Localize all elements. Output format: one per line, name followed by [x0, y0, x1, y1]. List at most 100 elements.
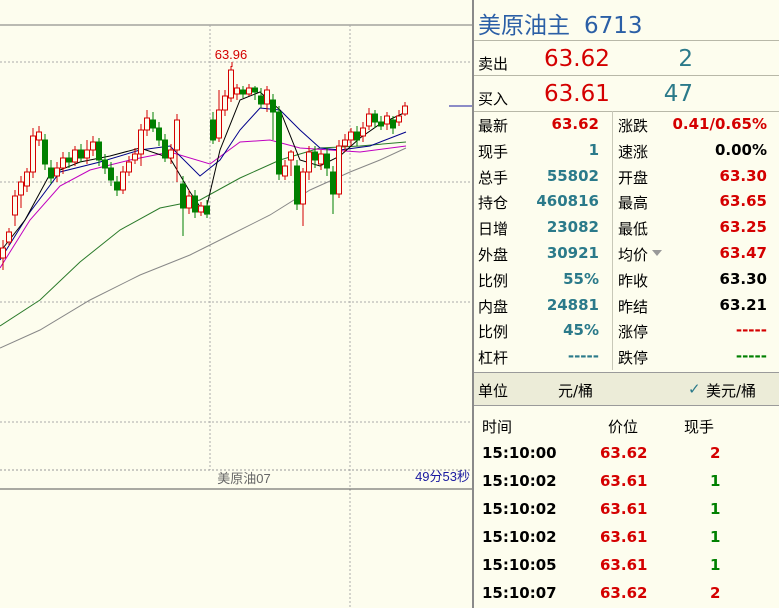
candle-body [132, 153, 138, 161]
stat-value: 460816 [536, 192, 599, 211]
tick-row: 15:10:00 63.62 2 [474, 440, 779, 468]
candle-body [234, 87, 240, 95]
stat-label: 最高 [618, 194, 649, 213]
candle-body [228, 69, 234, 99]
kline-chart[interactable]: 63.96 美原油07 49分53秒 [0, 0, 472, 608]
quote-stats: 最新 63.62 涨跌 0.41/0.65% 现手 1 速涨 0.00% 总手 55802 开盘 63… [474, 111, 779, 370]
stat-value: 63.30 [719, 166, 767, 185]
tick-row: 15:10:05 63.61 1 [474, 552, 779, 580]
candle-body [336, 145, 342, 195]
candle-body [354, 131, 360, 141]
chevron-down-icon[interactable] [652, 249, 662, 256]
stat-value: 30921 [546, 243, 599, 262]
candle-body [18, 181, 24, 196]
bid-volume: 47 [663, 81, 693, 107]
candle-body [348, 131, 354, 141]
stat-value: 1 [588, 140, 599, 159]
candle-body [270, 99, 276, 113]
stat-value: 63.21 [719, 295, 767, 314]
stat-row: 最新 63.62 涨跌 0.41/0.65% [474, 112, 779, 138]
candle-body [126, 161, 132, 173]
candle-body [396, 115, 402, 123]
candle-body [330, 171, 336, 195]
stat-row: 杠杆 ----- 跌停 ----- [474, 344, 779, 370]
tick-time: 15:10:05 [482, 556, 557, 574]
candle-body [366, 113, 372, 127]
candle-body [102, 159, 108, 169]
candle-body [258, 95, 264, 105]
tick-time: 15:10:02 [482, 472, 557, 490]
tick-price: 63.61 [600, 500, 648, 518]
candle-body [90, 141, 96, 151]
candle-body [342, 139, 348, 147]
stat-value: 55% [563, 269, 599, 288]
bid-row[interactable]: 买入 63.61 47 [474, 75, 779, 112]
quote-panel: 美原油主 6713 卖出 63.62 2 买入 63.61 47 最新 63.62 涨… [472, 0, 779, 608]
stat-value: 24881 [546, 295, 599, 314]
candle-body [288, 151, 294, 161]
candle-body [108, 167, 114, 181]
moving-averages [0, 91, 407, 349]
tick-row: 15:10:02 63.61 1 [474, 524, 779, 552]
stat-label: 持仓 [478, 194, 509, 213]
candle-body [36, 131, 42, 141]
tick-time: 15:10:07 [482, 584, 557, 602]
tick-price: 63.61 [600, 472, 648, 490]
high-price-label: 63.96 [215, 47, 248, 62]
tick-header-vol: 现手 [684, 418, 715, 436]
stat-value: 63.25 [719, 218, 767, 237]
stat-label: 内盘 [478, 297, 509, 316]
unit-cny-option[interactable]: 元/桶 [558, 380, 593, 401]
instrument-title[interactable]: 美原油主 6713 [478, 6, 643, 40]
stat-label: 速涨 [618, 142, 649, 161]
stat-value: 23082 [546, 218, 599, 237]
stat-value: 55802 [546, 166, 599, 185]
contract-label: 美原油07 [217, 471, 270, 486]
candle-body [222, 95, 228, 111]
stat-value: 45% [563, 321, 599, 340]
candle-body [294, 165, 300, 205]
candle-body [390, 119, 396, 129]
tick-header-price: 价位 [608, 418, 639, 436]
candle-body [210, 119, 216, 141]
tick-price: 63.62 [600, 584, 648, 602]
candle-body [186, 195, 192, 209]
stat-label: 比例 [478, 271, 509, 290]
candle-body [30, 135, 36, 173]
stat-value: 0.41/0.65% [672, 115, 767, 133]
ask-row[interactable]: 卖出 63.62 2 [474, 40, 779, 77]
stat-label: 涨停 [618, 323, 649, 342]
candle-body [378, 121, 384, 127]
unit-bar: 单位 元/桶 ✓ 美元/桶 [474, 372, 779, 406]
tick-price: 63.62 [600, 444, 648, 462]
ask-price: 63.62 [544, 46, 610, 72]
candle-body [162, 139, 168, 159]
tick-list-header: 时间 价位 现手 [474, 406, 779, 440]
candle-body [156, 127, 162, 141]
bid-label: 买入 [478, 90, 509, 108]
stat-label: 杠杆 [478, 349, 509, 368]
tick-row: 15:10:02 63.61 1 [474, 468, 779, 496]
candle-body [246, 87, 252, 95]
stat-label: 现手 [478, 142, 509, 161]
stat-label: 总手 [478, 168, 509, 187]
candle-body [180, 183, 186, 209]
candle-body [264, 89, 270, 105]
stat-row: 日增 23082 最低 63.25 [474, 215, 779, 241]
stat-value: ----- [735, 321, 767, 340]
tick-time: 15:10:02 [482, 500, 557, 518]
instrument-code: 6713 [584, 13, 643, 39]
tick-header-time: 时间 [482, 418, 513, 436]
candle-body [24, 171, 30, 187]
candle-body [306, 151, 312, 173]
candle-body [6, 231, 12, 243]
stat-row: 持仓 460816 最高 63.65 [474, 189, 779, 215]
unit-usd-option[interactable]: 美元/桶 [706, 380, 756, 401]
candle-body [150, 119, 156, 129]
stat-label: 日增 [478, 220, 509, 239]
candle-body [276, 111, 282, 175]
tick-volume: 1 [710, 500, 721, 518]
candle-body [60, 157, 66, 169]
ask-volume: 2 [678, 46, 693, 72]
stat-label: 昨结 [618, 297, 649, 316]
